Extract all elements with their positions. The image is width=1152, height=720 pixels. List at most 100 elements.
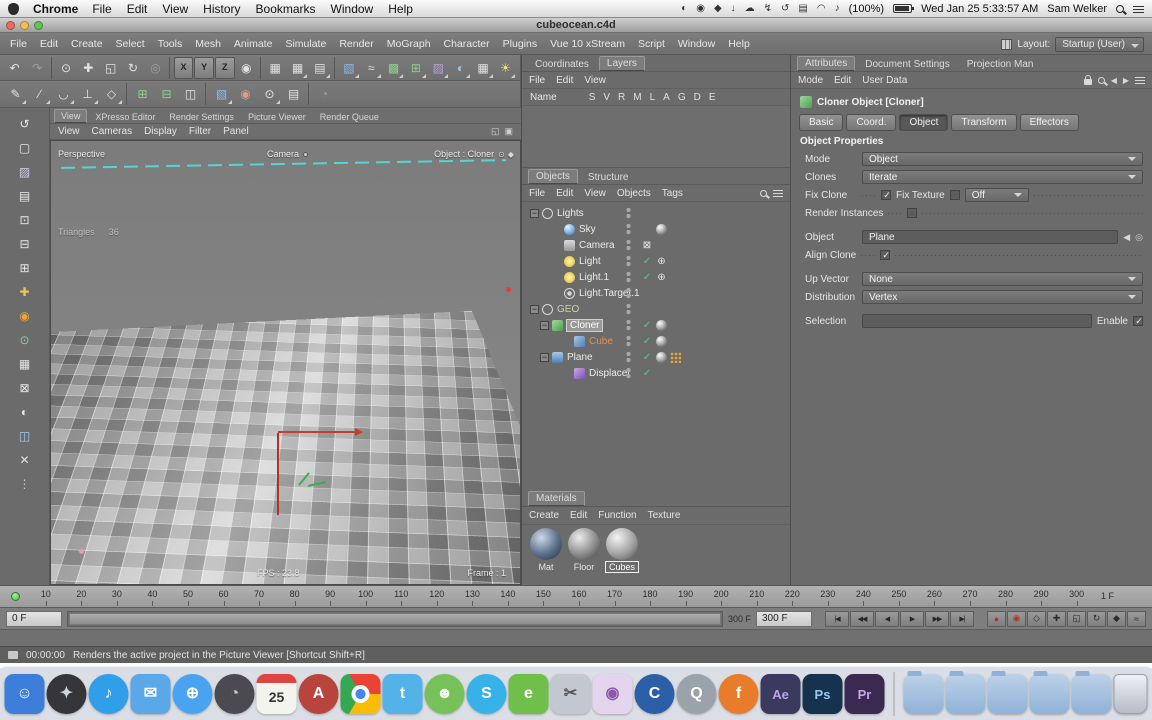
menu-extra-capture-icon[interactable]: ◉	[696, 3, 705, 14]
spline-pen-icon[interactable]: ≈	[361, 57, 382, 79]
edges-mode-icon[interactable]: ⊟	[13, 233, 37, 254]
current-frame-field[interactable]: 0 F	[6, 610, 62, 627]
coordinate-system-icon[interactable]: ◉	[236, 57, 257, 79]
viewport-window-tab[interactable]: View	[54, 109, 88, 123]
optimize-icon[interactable]: ⊟	[155, 83, 178, 105]
app-menu-item[interactable]: Window	[678, 38, 715, 50]
isoline-editing-icon[interactable]: ◔	[313, 83, 336, 105]
object-tree-row[interactable]: Light.1 ✓	[522, 269, 790, 285]
panel-menu-item[interactable]: Tags	[662, 188, 683, 199]
app-menu-item[interactable]: Vue 10 xStream	[550, 38, 625, 50]
dock-firefox-icon[interactable]: f	[718, 674, 759, 714]
enable-toggle[interactable]: ✓	[640, 256, 654, 267]
panel-tab[interactable]: Attributes	[797, 56, 856, 71]
viewport-canvas[interactable]: Perspective Camera Object : Cloner ⊙ ◆ Tr…	[50, 140, 521, 585]
menu-extra-dropbox-icon[interactable]: ◆	[714, 3, 722, 14]
camera-add-icon[interactable]: ▦	[472, 57, 494, 79]
xray-toggle-icon[interactable]: ◐	[13, 401, 37, 422]
object-tree-row[interactable]: Light.Target.1	[522, 285, 790, 301]
panel-menu-item[interactable]: File	[529, 75, 545, 86]
mac-menu-item[interactable]: Window	[331, 2, 374, 16]
viewport-menu-item[interactable]: View	[58, 126, 80, 137]
visibility-toggles[interactable]	[626, 207, 631, 219]
viewport-menu-item[interactable]: Display	[144, 126, 177, 137]
app-menu-item[interactable]: Script	[638, 38, 665, 50]
palette-handle-icon[interactable]: ⋮	[13, 473, 37, 494]
dock-quicktime-icon[interactable]: Q	[676, 674, 717, 714]
menu-extra-display-icon[interactable]: ◐	[681, 3, 687, 14]
viewport-solo-icon[interactable]: ◉	[13, 305, 37, 326]
dock-mail-icon[interactable]: ✉	[130, 674, 171, 714]
bevel-tool-icon[interactable]: ◇	[100, 83, 123, 105]
panel-menu-item[interactable]: View	[584, 75, 606, 86]
object-tag-icon[interactable]	[656, 272, 667, 283]
knife-tool-icon[interactable]: ∕	[28, 83, 51, 105]
render-picture-viewer-icon[interactable]: ▦	[287, 57, 308, 79]
layer-column-letter[interactable]: G	[678, 92, 686, 103]
dock-preview-icon[interactable]: ✂	[550, 674, 591, 714]
magnet-tool-icon[interactable]: ◡	[52, 83, 75, 105]
object-tree-row[interactable]: Light ✓	[522, 253, 790, 269]
panel-menu-item[interactable]: Create	[529, 510, 559, 521]
distribution-dropdown[interactable]: Vertex	[862, 290, 1143, 304]
search-icon[interactable]	[760, 189, 767, 197]
undo-icon[interactable]: ↶	[4, 57, 25, 79]
layer-column-letter[interactable]: D	[694, 92, 701, 103]
live-selection-icon[interactable]: ⊙	[55, 57, 76, 79]
enable-checkbox[interactable]	[1133, 316, 1144, 327]
visibility-toggles[interactable]	[626, 223, 631, 235]
object-tag-icon[interactable]	[656, 335, 667, 347]
redo-icon[interactable]: ↷	[26, 57, 47, 79]
material-item[interactable]: Mat	[530, 528, 562, 582]
align-clone-checkbox[interactable]	[880, 250, 891, 261]
viewport-window-tab[interactable]: XPresso Editor	[89, 111, 161, 123]
scrollbar-thumb[interactable]	[69, 612, 721, 625]
enable-toggle[interactable]: ✓	[640, 272, 654, 283]
y-axis-gizmo[interactable]	[277, 433, 279, 515]
dock-cinema4d-icon[interactable]: C	[634, 674, 675, 714]
dock-android-icon[interactable]: ☻	[424, 674, 465, 714]
dock-calendar-icon[interactable]: 25	[256, 674, 297, 714]
visibility-toggles[interactable]	[626, 351, 631, 363]
rotate-tool-icon[interactable]: ↻	[122, 57, 143, 79]
object-name[interactable]: Lights	[557, 208, 584, 219]
panel-menu-item[interactable]: View	[584, 188, 606, 199]
layout-dropdown[interactable]: Startup (User)	[1055, 36, 1144, 52]
search-icon[interactable]	[1097, 76, 1105, 84]
quantize-icon[interactable]: ▦	[13, 353, 37, 374]
link-arrow-icon[interactable]: ◀	[1123, 232, 1130, 243]
viewport-window-tab[interactable]: Render Settings	[163, 111, 240, 123]
materials-tab[interactable]: Materials	[528, 491, 585, 506]
spotlight-icon[interactable]	[1116, 4, 1124, 13]
object-name[interactable]: Plane	[567, 352, 593, 363]
material-item[interactable]: Cubes	[604, 528, 640, 582]
menu-extra-power-icon[interactable]: ↯	[764, 3, 772, 14]
expand-toggle[interactable]: −	[530, 304, 539, 314]
viewport-menu-item[interactable]: Panel	[223, 126, 249, 137]
render-settings-icon[interactable]: ▤	[309, 57, 330, 79]
panel-menu-item[interactable]: Objects	[617, 188, 651, 199]
add-material-icon[interactable]: ◉	[234, 83, 257, 105]
visibility-toggles[interactable]	[626, 255, 631, 267]
visibility-toggles[interactable]	[626, 319, 631, 331]
dock-twitter-icon[interactable]: t	[382, 674, 423, 714]
view-label[interactable]: Perspective	[58, 149, 105, 159]
expand-toggle[interactable]: −	[540, 352, 549, 362]
apple-menu-icon[interactable]	[8, 2, 19, 15]
dock-chrome-icon[interactable]	[340, 674, 381, 714]
viewport-menu-item[interactable]: Cameras	[92, 126, 133, 137]
panel-menu-item[interactable]: Edit	[556, 188, 573, 199]
menu-extra-timemachine-icon[interactable]: ↺	[781, 3, 789, 14]
last-tool-icon[interactable]: ◎	[145, 57, 166, 79]
isoline-icon[interactable]: ◫	[13, 425, 37, 446]
dock-applications-folder[interactable]	[945, 671, 986, 714]
panel-tab[interactable]: Objects	[528, 169, 578, 184]
axis-handle-dot[interactable]	[506, 287, 511, 292]
lock-x-axis-button[interactable]: X	[173, 56, 194, 79]
x-axis-gizmo[interactable]	[278, 428, 363, 436]
fix-texture-dropdown[interactable]: Off	[964, 188, 1029, 202]
snap-toggle-icon[interactable]: ⊙	[13, 329, 37, 350]
points-mode-icon[interactable]: ⊡	[13, 209, 37, 230]
lock-z-axis-button[interactable]: Z	[214, 56, 235, 79]
app-menu-item[interactable]: Render	[339, 38, 373, 50]
